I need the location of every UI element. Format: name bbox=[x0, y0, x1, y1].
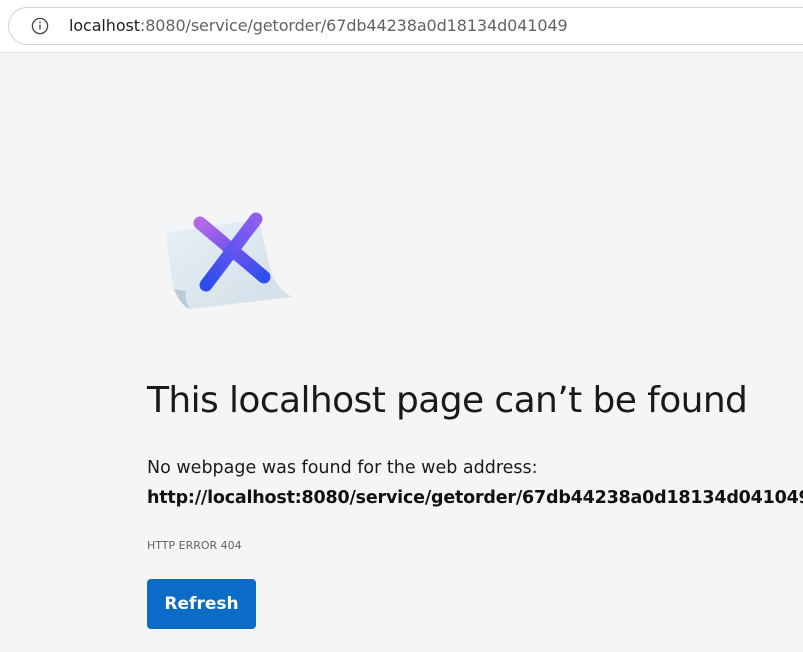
url-path: :8080/service/getorder/67db44238a0d18134… bbox=[139, 16, 568, 35]
document-x-icon bbox=[160, 205, 300, 315]
refresh-button[interactable]: Refresh bbox=[147, 579, 256, 629]
error-message: No webpage was found for the web address… bbox=[147, 458, 538, 478]
error-code: HTTP ERROR 404 bbox=[147, 539, 242, 552]
address-bar[interactable]: localhost:8080/service/getorder/67db4423… bbox=[8, 7, 803, 45]
page-title: This localhost page can’t be found bbox=[147, 380, 748, 421]
info-icon[interactable] bbox=[31, 17, 49, 35]
url-text[interactable]: localhost:8080/service/getorder/67db4423… bbox=[69, 16, 568, 36]
browser-toolbar: localhost:8080/service/getorder/67db4423… bbox=[0, 0, 803, 53]
error-url: http://localhost:8080/service/getorder/6… bbox=[147, 488, 803, 508]
url-host: localhost bbox=[69, 16, 140, 35]
